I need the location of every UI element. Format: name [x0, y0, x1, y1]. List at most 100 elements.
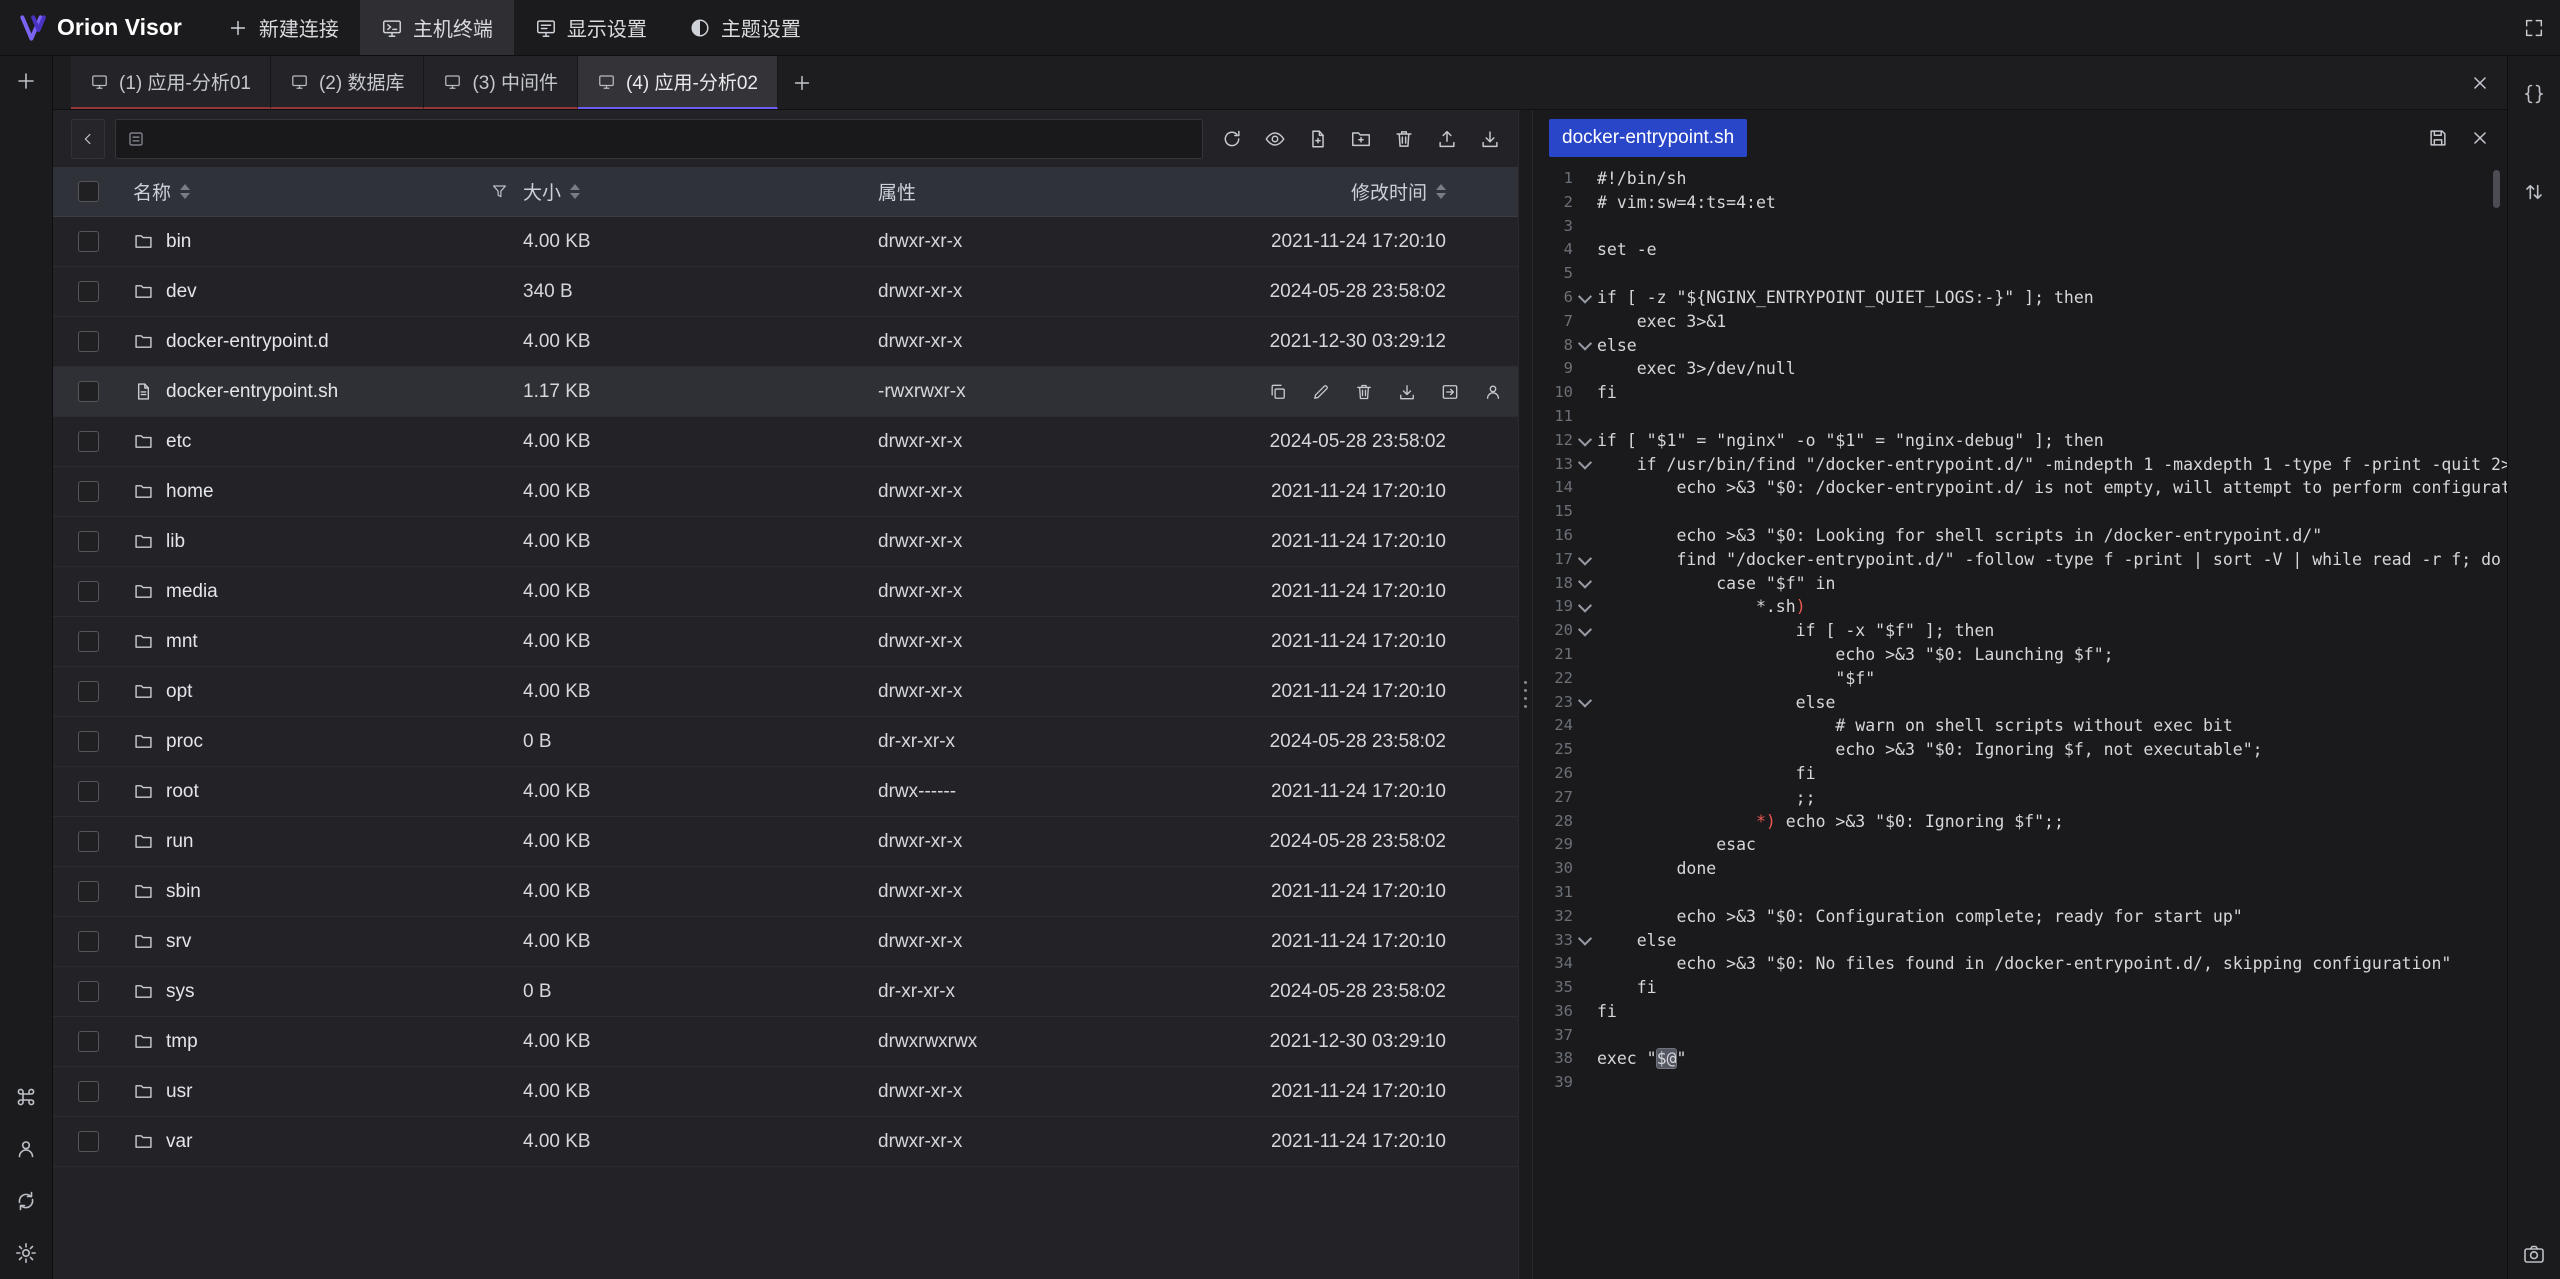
sync-icon[interactable] — [14, 1189, 38, 1213]
move-icon[interactable] — [1440, 382, 1460, 402]
table-row[interactable]: home4.00 KBdrwxr-xr-x2021-11-24 17:20:10 — [53, 467, 1518, 517]
table-row[interactable]: docker-entrypoint.sh1.17 KB-rwxrwxr-x — [53, 367, 1518, 417]
panel-resize-handle[interactable] — [1518, 110, 1533, 1279]
sort-icon[interactable] — [570, 184, 580, 199]
command-icon[interactable] — [14, 1085, 38, 1109]
row-checkbox[interactable] — [78, 781, 99, 802]
table-row[interactable]: sbin4.00 KBdrwxr-xr-x2021-11-24 17:20:10 — [53, 867, 1518, 917]
table-row[interactable]: opt4.00 KBdrwxr-xr-x2021-11-24 17:20:10 — [53, 667, 1518, 717]
preview-button[interactable] — [1256, 120, 1293, 157]
file-name[interactable]: docker-entrypoint.d — [166, 331, 329, 353]
file-name[interactable]: var — [166, 1131, 192, 1153]
new-tab-button[interactable] — [778, 56, 826, 109]
nav-item[interactable]: 显示设置 — [514, 0, 668, 55]
gear-icon[interactable] — [14, 1241, 38, 1265]
new-file-button[interactable] — [1299, 120, 1336, 157]
file-name[interactable]: mnt — [166, 631, 198, 653]
row-checkbox[interactable] — [78, 431, 99, 452]
fold-icon[interactable] — [1573, 619, 1597, 643]
download-button[interactable] — [1471, 120, 1508, 157]
fold-icon[interactable] — [1573, 691, 1597, 715]
fold-icon[interactable] — [1573, 429, 1597, 453]
table-row[interactable]: var4.00 KBdrwxr-xr-x2021-11-24 17:20:10 — [53, 1117, 1518, 1167]
file-name[interactable]: usr — [166, 1081, 192, 1103]
editor-code[interactable]: 1#!/bin/sh2# vim:sw=4:ts=4:et34set -e56i… — [1533, 165, 2507, 1279]
row-checkbox[interactable] — [78, 381, 99, 402]
row-checkbox[interactable] — [78, 931, 99, 952]
row-checkbox[interactable] — [78, 831, 99, 852]
fullscreen-icon[interactable] — [2508, 17, 2560, 39]
file-name[interactable]: bin — [166, 231, 191, 253]
row-checkbox[interactable] — [78, 1131, 99, 1152]
table-row[interactable]: run4.00 KBdrwxr-xr-x2024-05-28 23:58:02 — [53, 817, 1518, 867]
delete-button[interactable] — [1385, 120, 1422, 157]
nav-item[interactable]: 新建连接 — [206, 0, 360, 55]
table-row[interactable]: lib4.00 KBdrwxr-xr-x2021-11-24 17:20:10 — [53, 517, 1518, 567]
row-checkbox[interactable] — [78, 331, 99, 352]
file-name[interactable]: opt — [166, 681, 192, 703]
camera-icon[interactable] — [2522, 1242, 2546, 1266]
copy-path-icon[interactable] — [1268, 382, 1288, 402]
table-row[interactable]: tmp4.00 KBdrwxrwxrwx2021-12-30 03:29:10 — [53, 1017, 1518, 1067]
editor-file-tab[interactable]: docker-entrypoint.sh — [1549, 119, 1747, 157]
file-name[interactable]: dev — [166, 281, 197, 303]
session-tab[interactable]: (1) 应用-分析01 — [71, 56, 271, 109]
column-header-mtime[interactable]: 修改时间 — [1351, 178, 1427, 205]
row-checkbox[interactable] — [78, 631, 99, 652]
file-name[interactable]: home — [166, 481, 214, 503]
path-list-icon[interactable] — [127, 130, 145, 148]
file-name[interactable]: sys — [166, 981, 195, 1003]
row-checkbox[interactable] — [78, 581, 99, 602]
file-name[interactable]: sbin — [166, 881, 201, 903]
editor-scrollbar-thumb[interactable] — [2493, 170, 2500, 208]
row-checkbox[interactable] — [78, 531, 99, 552]
session-tab[interactable]: (4) 应用-分析02 — [578, 56, 778, 109]
close-panel-icon[interactable] — [2469, 72, 2491, 94]
table-row[interactable]: root4.00 KBdrwx------2021-11-24 17:20:10 — [53, 767, 1518, 817]
fold-icon[interactable] — [1573, 453, 1597, 477]
table-row[interactable]: srv4.00 KBdrwxr-xr-x2021-11-24 17:20:10 — [53, 917, 1518, 967]
fold-icon[interactable] — [1573, 929, 1597, 953]
row-checkbox[interactable] — [78, 981, 99, 1002]
braces-icon[interactable] — [2522, 82, 2546, 106]
table-row[interactable]: proc0 Bdr-xr-xr-x2024-05-28 23:58:02 — [53, 717, 1518, 767]
table-row[interactable]: usr4.00 KBdrwxr-xr-x2021-11-24 17:20:10 — [53, 1067, 1518, 1117]
table-row[interactable]: sys0 Bdr-xr-xr-x2024-05-28 23:58:02 — [53, 967, 1518, 1017]
session-tab[interactable]: (3) 中间件 — [424, 56, 578, 109]
row-checkbox[interactable] — [78, 681, 99, 702]
file-name[interactable]: media — [166, 581, 218, 603]
editor-close-icon[interactable] — [2469, 127, 2491, 149]
delete-icon[interactable] — [1354, 382, 1374, 402]
fold-icon[interactable] — [1573, 595, 1597, 619]
file-name[interactable]: lib — [166, 531, 185, 553]
file-name[interactable]: root — [166, 781, 199, 803]
table-row[interactable]: media4.00 KBdrwxr-xr-x2021-11-24 17:20:1… — [53, 567, 1518, 617]
file-name[interactable]: run — [166, 831, 193, 853]
refresh-button[interactable] — [1213, 120, 1250, 157]
row-checkbox[interactable] — [78, 1031, 99, 1052]
new-folder-button[interactable] — [1342, 120, 1379, 157]
file-name[interactable]: docker-entrypoint.sh — [166, 381, 338, 403]
fold-icon[interactable] — [1573, 572, 1597, 596]
row-checkbox[interactable] — [78, 881, 99, 902]
column-header-name[interactable]: 名称 — [133, 178, 171, 205]
save-icon[interactable] — [2427, 127, 2449, 149]
path-input[interactable] — [154, 127, 1191, 151]
table-row[interactable]: etc4.00 KBdrwxr-xr-x2024-05-28 23:58:02 — [53, 417, 1518, 467]
swap-icon[interactable] — [2522, 180, 2546, 204]
select-all-checkbox[interactable] — [78, 181, 99, 202]
fold-icon[interactable] — [1573, 548, 1597, 572]
download-icon[interactable] — [1397, 382, 1417, 402]
back-button[interactable] — [71, 119, 105, 159]
row-checkbox[interactable] — [78, 731, 99, 752]
table-row[interactable]: dev340 Bdrwxr-xr-x2024-05-28 23:58:02 — [53, 267, 1518, 317]
file-name[interactable]: tmp — [166, 1031, 198, 1053]
table-row[interactable]: mnt4.00 KBdrwxr-xr-x2021-11-24 17:20:10 — [53, 617, 1518, 667]
user-icon[interactable] — [14, 1137, 38, 1161]
file-name[interactable]: srv — [166, 931, 191, 953]
row-checkbox[interactable] — [78, 281, 99, 302]
row-checkbox[interactable] — [78, 231, 99, 252]
fold-icon[interactable] — [1573, 286, 1597, 310]
column-header-attr[interactable]: 属性 — [878, 178, 916, 205]
column-header-size[interactable]: 大小 — [523, 178, 561, 205]
